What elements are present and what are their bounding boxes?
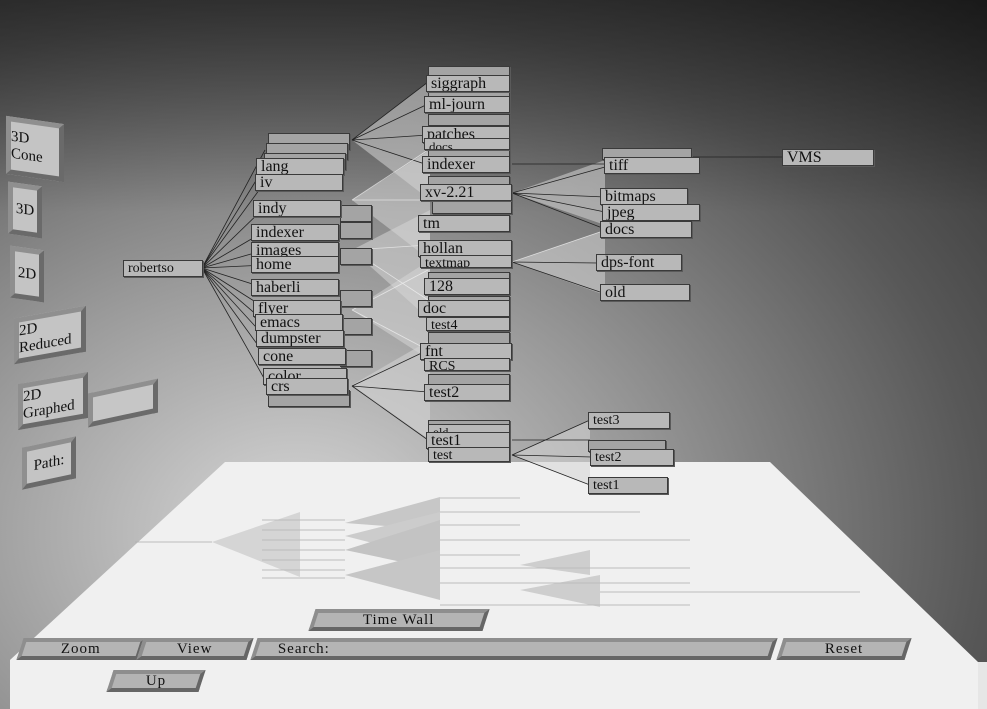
tree-node[interactable]: dumpster xyxy=(256,330,344,347)
cone-tree-viewport[interactable]: robertso lang iv indy indexer images hom… xyxy=(0,0,987,709)
view-label: View xyxy=(177,640,213,657)
search-field[interactable]: Search: xyxy=(250,638,778,660)
tree-node-background xyxy=(340,318,372,335)
tree-node[interactable]: old xyxy=(600,284,690,301)
time-wall-button[interactable]: Time Wall xyxy=(308,609,490,631)
tree-node[interactable]: docs xyxy=(600,221,692,238)
2d-graphed-label: 2D Graphed xyxy=(23,386,75,423)
tree-node[interactable]: doc xyxy=(418,300,510,317)
tree-node-background xyxy=(340,290,372,307)
tree-node-background xyxy=(340,205,372,222)
path-label: Path: xyxy=(33,451,65,474)
tree-node-background xyxy=(432,200,512,214)
tree-node[interactable]: VMS xyxy=(782,149,874,166)
tree-node[interactable]: iv xyxy=(255,174,343,191)
tree-node[interactable]: jpeg xyxy=(602,204,700,221)
zoom-button[interactable]: Zoom xyxy=(16,638,146,660)
tree-node[interactable]: cone xyxy=(258,348,346,365)
tree-node[interactable]: tiff xyxy=(604,157,700,174)
tree-node[interactable]: test1 xyxy=(588,477,668,494)
tree-node[interactable]: indexer xyxy=(251,224,339,241)
tree-node-background xyxy=(340,248,372,265)
2d-button[interactable]: 2D xyxy=(10,245,44,303)
2d-reduced-label: 2D Reduced xyxy=(19,320,72,357)
tree-node-root[interactable]: robertso xyxy=(123,260,203,277)
tree-node[interactable]: indexer xyxy=(422,156,510,173)
tree-node[interactable]: home xyxy=(251,256,339,273)
tree-node[interactable]: 128 xyxy=(424,278,510,295)
tree-node[interactable]: test xyxy=(428,447,510,462)
tree-node[interactable]: indy xyxy=(253,200,341,217)
tree-node[interactable]: bitmaps xyxy=(600,188,688,205)
tree-node[interactable]: test3 xyxy=(588,412,670,429)
tree-node[interactable]: test4 xyxy=(426,317,510,331)
tree-node-background xyxy=(340,222,372,239)
3d-button[interactable]: 3D xyxy=(8,181,42,239)
tree-node-background xyxy=(428,114,510,126)
tree-node[interactable]: lang xyxy=(256,158,344,175)
reset-button[interactable]: Reset xyxy=(776,638,912,660)
tree-node[interactable]: tm xyxy=(418,215,510,232)
3d-label: 3D xyxy=(15,200,35,219)
tree-node[interactable]: test2 xyxy=(590,449,674,466)
tree-node[interactable]: dps-font xyxy=(596,254,682,271)
tree-node[interactable]: haberli xyxy=(251,279,339,296)
tree-node[interactable]: xv-2.21 xyxy=(420,184,512,201)
2d-label: 2D xyxy=(17,264,37,283)
tree-node[interactable]: ml-journ xyxy=(424,96,510,113)
view-button[interactable]: View xyxy=(136,638,254,660)
3d-cone-button[interactable]: 3D Cone xyxy=(6,115,64,183)
3d-cone-label: 3D Cone xyxy=(11,128,43,167)
tree-node[interactable]: RCS xyxy=(424,358,510,371)
up-label: Up xyxy=(145,672,167,689)
tree-node[interactable]: docs xyxy=(424,138,510,150)
tree-node[interactable]: crs xyxy=(266,378,348,395)
tree-node[interactable]: textmap xyxy=(420,255,512,268)
zoom-label: Zoom xyxy=(61,640,101,657)
tree-node[interactable]: test2 xyxy=(424,384,510,401)
time-wall-label: Time Wall xyxy=(363,611,435,628)
reset-label: Reset xyxy=(824,640,864,657)
tree-node[interactable]: emacs xyxy=(255,314,343,331)
up-button[interactable]: Up xyxy=(106,670,206,692)
tree-node[interactable]: siggraph xyxy=(426,75,510,92)
search-label: Search: xyxy=(278,640,330,657)
